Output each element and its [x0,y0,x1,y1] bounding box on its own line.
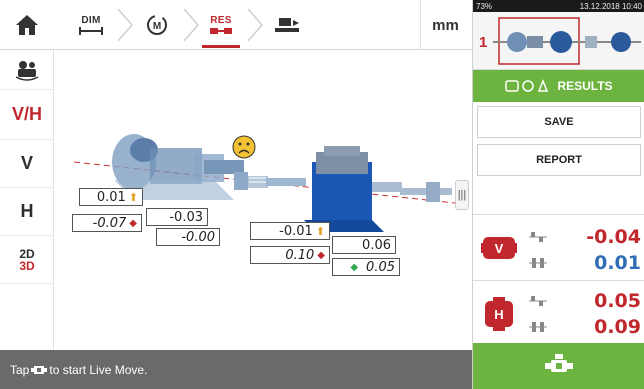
horizontal-angularity-row: 0.09 [529,315,641,339]
tab-results-label: RES [210,14,232,26]
coupling-index: 1 [479,34,488,51]
camera-rotate-icon [15,60,39,81]
tab-dimensions[interactable]: DIM [66,0,116,50]
angularity-icon [529,258,547,268]
save-button[interactable]: SAVE [477,106,641,138]
svg-text:V: V [495,241,504,256]
vertical-offset-row: -0.04 [529,225,641,249]
arrow-up-icon: ⬆ [315,224,325,238]
sad-face-icon [232,135,256,159]
vertical-angularity-row: 0.01 [529,251,641,275]
horizontal-offset-value: 0.05 [594,290,641,312]
diamond-green-icon: ◆ [350,261,359,273]
top-toolbar: DIM M RES mm [0,0,472,50]
live-move-icon [31,365,48,374]
home-button[interactable] [0,0,54,50]
view-vh-button[interactable]: V/H [0,90,54,140]
view-horizontal-button[interactable]: H [0,188,54,236]
right-panel: 73% 13.12.2018 10:40 1 RESULTS SAVE REPO… [472,0,644,389]
offset-icon [529,232,547,242]
left-toolbar: V/H V H 2D 3D [0,50,54,350]
clock: 13.12.2018 10:40 [579,1,642,11]
motor-graphic [304,146,452,232]
tab-correct[interactable] [262,0,312,50]
arrow-up-icon: ⬆ [128,190,138,204]
battery-level: 73% [476,1,493,11]
dimension-arrows-icon [79,26,103,35]
alignment-app: DIM M RES mm V/H V H 2D 3D 0.01 ⬆ -0.03 … [0,0,644,389]
view-vh-label: V/H [11,104,42,124]
results-label: RESULTS [557,79,613,93]
status-bar: Tap to start Live Move. [0,350,472,389]
machine-3d-view[interactable]: 0.01 ⬆ -0.03 -0.07 ◆ -0.00 -0.01 ⬆ 0.06 … [54,50,472,350]
measure-rotation-icon: M [147,15,167,35]
view-horizontal-label: H [20,201,34,221]
vertical-badge-icon: V [481,237,517,259]
view-vertical-button[interactable]: V [0,140,54,188]
horizontal-badge-icon: H [485,297,513,331]
vertical-angularity-value: 0.01 [594,252,641,274]
arrow-red-icon: ◆ [317,249,325,261]
view-camera-button[interactable] [0,50,54,90]
left-top-left-value: 0.01 ⬆ [79,188,143,206]
offset-icon [529,296,547,306]
android-status-bar: 73% 13.12.2018 10:40 [473,0,644,12]
view-2d-label: 2D [19,246,35,261]
right-bottom-right-value: ◆ 0.05 [332,258,400,276]
report-button[interactable]: REPORT [477,144,641,176]
panel-drag-handle[interactable]: ||| [455,180,469,210]
live-move-button[interactable] [473,343,644,389]
machine-train-thumbnail[interactable]: 1 [473,12,644,70]
results-button[interactable]: RESULTS [473,70,644,102]
results-tools-icon [505,79,549,92]
tab-dimensions-label: DIM [81,14,101,26]
status-prefix: Tap [10,362,30,377]
status-suffix: to start Live Move. [49,362,148,377]
horizontal-results: H 0.05 0.09 [473,280,644,346]
right-top-right-value: 0.06 [332,236,396,254]
tab-results[interactable]: RES [196,0,246,50]
right-bottom-left-value: 0.10 ◆ [250,246,330,264]
angularity-icon [529,322,547,332]
coupling-graphic [234,172,268,190]
svg-text:H: H [494,307,503,322]
tab-measure[interactable]: M [132,0,182,50]
left-bottom-right-value: -0.00 [156,228,220,246]
arrow-red-icon: ◆ [129,217,137,229]
units-toggle[interactable]: mm [420,0,470,50]
left-bottom-left-value: -0.07 ◆ [72,214,142,232]
vertical-results: V -0.04 0.01 [473,214,644,280]
view-2d-3d-toggle[interactable]: 2D 3D [0,236,54,284]
horizontal-angularity-value: 0.09 [594,316,641,338]
horizontal-offset-row: 0.05 [529,289,641,313]
thumbnail-graphic [493,17,641,65]
view-vertical-label: V [20,153,33,173]
machine-feet-icon [275,18,299,32]
left-top-right-value: -0.03 [146,208,208,226]
right-top-left-value: -0.01 ⬆ [250,222,330,240]
svg-text:M: M [153,21,161,32]
home-icon [16,15,38,35]
live-move-icon [545,354,573,372]
view-3d-label: 3D [19,258,35,273]
vertical-offset-value: -0.04 [586,226,641,248]
results-coupling-icon [210,27,232,34]
